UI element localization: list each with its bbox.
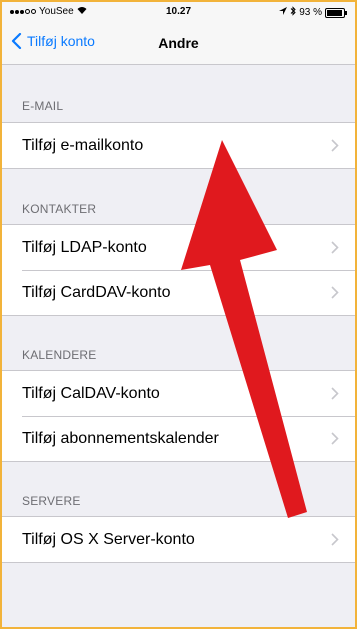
- cell-label: Tilføj OS X Server-konto: [22, 530, 195, 548]
- cell-add-email-account[interactable]: Tilføj e-mailkonto: [2, 123, 355, 168]
- cell-add-osx-server-account[interactable]: Tilføj OS X Server-konto: [2, 517, 355, 562]
- screenshot-frame: YouSee 10.27 93 % Tilføj konto Andre E-M…: [0, 0, 357, 629]
- chevron-right-icon: [331, 432, 339, 445]
- cell-label: Tilføj CalDAV-konto: [22, 384, 160, 402]
- navigation-bar: YouSee 10.27 93 % Tilføj konto Andre: [2, 2, 355, 65]
- page-title: Andre: [158, 35, 199, 51]
- bluetooth-icon: [290, 6, 296, 19]
- cell-label: Tilføj CardDAV-konto: [22, 283, 171, 301]
- status-bar: YouSee 10.27 93 %: [2, 2, 355, 22]
- status-right: 93 %: [279, 6, 347, 19]
- chevron-right-icon: [331, 286, 339, 299]
- section-header-calendars: KALENDERE: [22, 348, 97, 362]
- location-icon: [279, 7, 288, 18]
- chevron-right-icon: [331, 533, 339, 546]
- group-email: Tilføj e-mailkonto: [2, 122, 355, 169]
- group-calendars: Tilføj CalDAV-konto Tilføj abonnementska…: [2, 370, 355, 462]
- section-header-servers: SERVERE: [22, 494, 81, 508]
- chevron-right-icon: [331, 139, 339, 152]
- battery-fill: [327, 9, 342, 16]
- chevron-right-icon: [331, 387, 339, 400]
- chevron-right-icon: [331, 241, 339, 254]
- cell-add-subscribed-calendar[interactable]: Tilføj abonnementskalender: [2, 416, 355, 461]
- group-contacts: Tilføj LDAP-konto Tilføj CardDAV-konto: [2, 224, 355, 316]
- battery-icon: [325, 7, 347, 18]
- cell-label: Tilføj abonnementskalender: [22, 429, 219, 447]
- section-header-contacts: KONTAKTER: [22, 202, 97, 216]
- cell-add-ldap-account[interactable]: Tilføj LDAP-konto: [2, 225, 355, 270]
- battery-label: 93 %: [299, 7, 322, 18]
- section-header-email: E-MAIL: [22, 99, 64, 113]
- group-servers: Tilføj OS X Server-konto: [2, 516, 355, 563]
- cell-label: Tilføj LDAP-konto: [22, 238, 147, 256]
- cell-add-caldav-account[interactable]: Tilføj CalDAV-konto: [2, 371, 355, 416]
- cell-add-carddav-account[interactable]: Tilføj CardDAV-konto: [2, 270, 355, 315]
- cell-label: Tilføj e-mailkonto: [22, 136, 144, 154]
